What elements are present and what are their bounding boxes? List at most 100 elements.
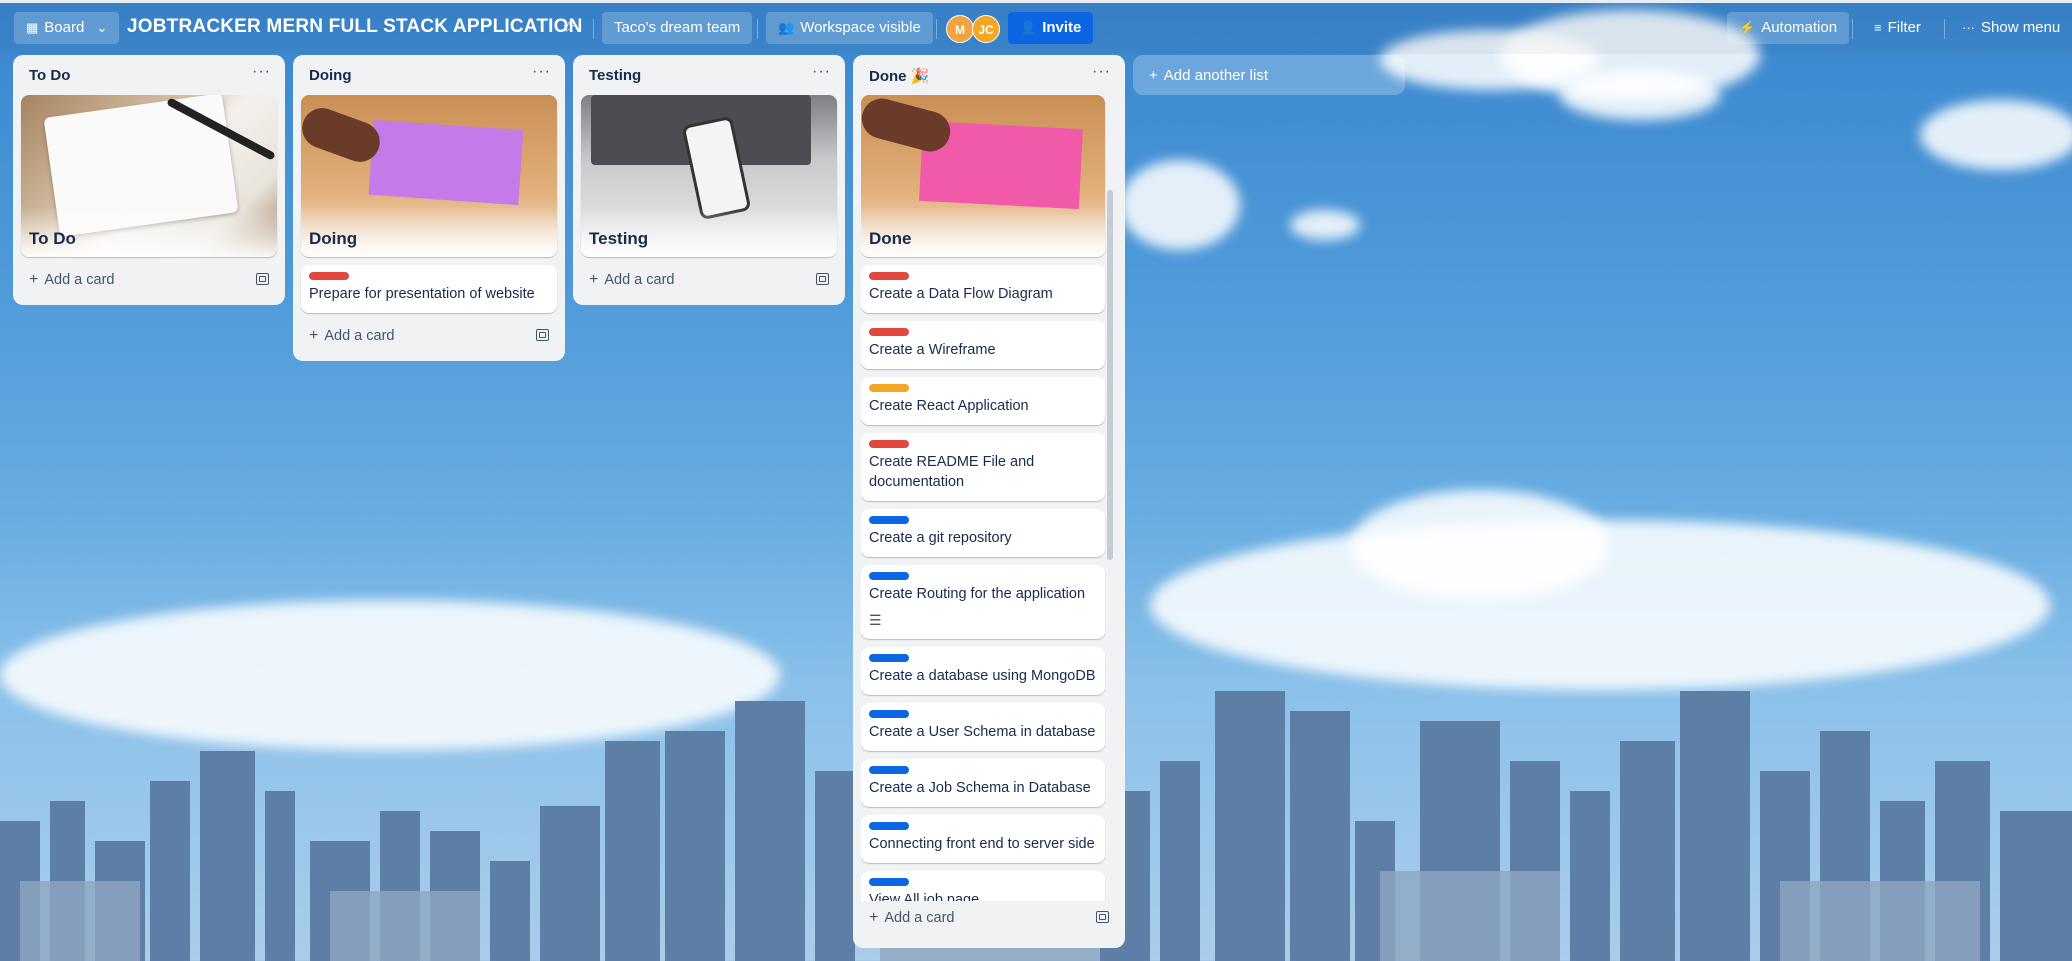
plus-icon: + xyxy=(589,271,599,288)
card-label[interactable] xyxy=(309,272,349,280)
card-label[interactable] xyxy=(869,384,909,392)
card-title: Connecting front end to server side xyxy=(869,836,1095,852)
list-title[interactable]: Done 🎉 xyxy=(869,67,929,85)
cover-card[interactable]: Done xyxy=(861,95,1105,257)
board-view-label: Board xyxy=(44,19,85,36)
card-label[interactable] xyxy=(869,272,909,280)
board-title[interactable]: JOBTRACKER MERN FULL STACK APPLICATION xyxy=(127,16,583,38)
card-template-icon[interactable] xyxy=(816,273,829,285)
card[interactable]: Create a Job Schema in Database xyxy=(861,759,1105,807)
card[interactable]: View All job page xyxy=(861,871,1105,901)
card-title: Create a database using MongoDB xyxy=(869,668,1096,684)
add-card-button[interactable]: + Add a card xyxy=(29,271,114,289)
card-title: Prepare for presentation of website xyxy=(309,286,535,302)
avatar[interactable]: JC xyxy=(972,15,1000,43)
list-title[interactable]: Testing xyxy=(589,67,641,84)
card-template-icon[interactable] xyxy=(256,273,269,285)
add-card-row: + Add a card xyxy=(861,901,1117,935)
cover-card-title: Testing xyxy=(589,229,649,248)
cloud-decoration xyxy=(1560,70,1720,120)
card[interactable]: Create React Application xyxy=(861,377,1105,425)
add-card-button[interactable]: + Add a card xyxy=(309,327,394,345)
card[interactable]: Create a Data Flow Diagram xyxy=(861,265,1105,313)
card-title: View All job page xyxy=(869,892,980,901)
cloud-decoration xyxy=(1120,160,1240,250)
add-card-label: Add a card xyxy=(604,272,675,288)
list-menu-button[interactable]: ··· xyxy=(812,63,831,81)
card-title: Create a Job Schema in Database xyxy=(869,780,1091,796)
description-icon: ☰ xyxy=(869,612,882,628)
add-card-button[interactable]: + Add a card xyxy=(589,271,674,289)
card[interactable]: Create a Wireframe xyxy=(861,321,1105,369)
card[interactable]: Prepare for presentation of website xyxy=(301,265,557,313)
card-label[interactable] xyxy=(869,878,909,886)
star-button[interactable]: ☆ xyxy=(553,12,585,44)
header-divider xyxy=(757,19,758,39)
cover-card-title: Doing xyxy=(309,229,358,248)
add-card-label: Add a card xyxy=(44,272,115,288)
card[interactable]: Create a git repository xyxy=(861,509,1105,557)
sticky-note-image xyxy=(368,119,524,206)
card-label[interactable] xyxy=(869,710,909,718)
cover-card[interactable]: Doing xyxy=(301,95,557,257)
list-menu-button[interactable]: ··· xyxy=(532,63,551,81)
invite-label: Invite xyxy=(1042,19,1082,36)
add-list-button[interactable]: + Add another list xyxy=(1133,55,1405,95)
automation-label: Automation xyxy=(1761,19,1838,36)
list-title[interactable]: To Do xyxy=(29,67,70,84)
visibility-button[interactable]: 👥 Workspace visible xyxy=(766,12,933,44)
filter-label: Filter xyxy=(1887,19,1921,36)
add-card-row: + Add a card xyxy=(21,261,277,297)
cover-card[interactable]: To Do xyxy=(21,95,277,257)
cover-card[interactable]: Testing xyxy=(581,95,837,257)
people-icon: 👥 xyxy=(778,20,795,35)
board-icon: ▦ xyxy=(26,20,39,35)
list-title[interactable]: Doing xyxy=(309,67,352,84)
more-icon: ··· xyxy=(1962,20,1975,35)
list-menu-button[interactable]: ··· xyxy=(1092,63,1111,81)
list-menu-button[interactable]: ··· xyxy=(252,63,271,81)
card-label[interactable] xyxy=(869,822,909,830)
card-label[interactable] xyxy=(869,516,909,524)
list-cards-scroll[interactable]: Done Create a Data Flow Diagram Create a… xyxy=(861,95,1117,901)
card-label[interactable] xyxy=(869,328,909,336)
plus-icon: + xyxy=(29,271,39,288)
show-menu-button[interactable]: ··· Show menu xyxy=(1950,12,2072,44)
hand-image xyxy=(861,95,955,156)
chevron-down-icon: ⌄ xyxy=(96,20,108,35)
card-title: Create README File and documentation xyxy=(869,454,1035,490)
workspace-button[interactable]: Taco's dream team xyxy=(602,12,753,44)
cloud-decoration xyxy=(1920,100,2072,170)
card-label[interactable] xyxy=(869,654,909,662)
card-label[interactable] xyxy=(869,572,909,580)
list-to-do: To Do ··· To Do + Add a card xyxy=(13,55,285,305)
automation-button[interactable]: ⚡ Automation xyxy=(1727,12,1850,44)
show-menu-label: Show menu xyxy=(1981,19,2061,36)
header-divider xyxy=(936,19,937,39)
card[interactable]: Create README File and documentation xyxy=(861,433,1105,501)
add-card-button[interactable]: + Add a card xyxy=(869,909,954,927)
avatar[interactable]: M xyxy=(946,15,974,43)
filter-button[interactable]: ≡ Filter xyxy=(1862,12,1933,44)
card[interactable]: Create a database using MongoDB xyxy=(861,647,1105,695)
card-title: Create a User Schema in database xyxy=(869,724,1096,740)
list-header: To Do ··· xyxy=(21,55,277,95)
invite-button[interactable]: 👤 Invite xyxy=(1008,12,1094,44)
cloud-decoration xyxy=(1290,210,1360,240)
card-label[interactable] xyxy=(869,440,909,448)
list-doing: Doing ··· Doing Prepare for presentation… xyxy=(293,55,565,361)
card[interactable]: Connecting front end to server side xyxy=(861,815,1105,863)
card-template-icon[interactable] xyxy=(536,329,549,341)
list-header: Testing ··· xyxy=(581,55,837,95)
card-template-icon[interactable] xyxy=(1096,911,1109,923)
card-title: Create Routing for the application xyxy=(869,586,1086,602)
card[interactable]: Create Routing for the application ☰ xyxy=(861,565,1105,639)
plus-icon: + xyxy=(309,327,319,344)
add-card-label: Add a card xyxy=(324,328,395,344)
board-view-switcher[interactable]: ▦ Board ⌄ xyxy=(14,12,120,44)
list-scrollbar[interactable] xyxy=(1107,190,1113,560)
card-label[interactable] xyxy=(869,766,909,774)
card[interactable]: Create a User Schema in database xyxy=(861,703,1105,751)
list-header: Done 🎉 ··· xyxy=(861,55,1117,95)
list-done: Done 🎉 ··· Done Create a Data Flow Diagr… xyxy=(853,55,1125,948)
